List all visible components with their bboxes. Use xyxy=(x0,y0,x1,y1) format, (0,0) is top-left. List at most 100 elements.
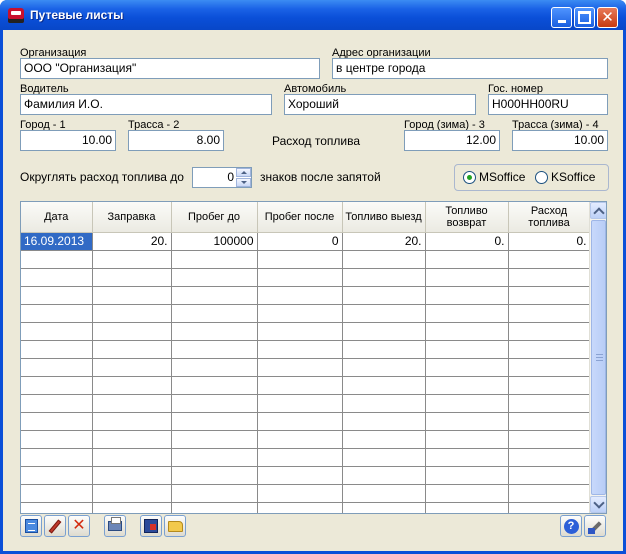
table-cell[interactable] xyxy=(425,484,509,503)
table-cell[interactable] xyxy=(21,340,93,359)
table-cell[interactable] xyxy=(342,322,426,341)
table-cell[interactable] xyxy=(425,412,509,431)
table-row[interactable] xyxy=(21,286,591,305)
table-cell[interactable] xyxy=(92,394,172,413)
table-row[interactable] xyxy=(21,304,591,323)
table-cell[interactable] xyxy=(508,466,591,485)
table-cell[interactable] xyxy=(92,304,172,323)
table-cell[interactable] xyxy=(425,304,509,323)
table-cell[interactable] xyxy=(425,430,509,449)
table-row[interactable] xyxy=(21,394,591,413)
edit-button[interactable] xyxy=(44,515,66,537)
table-cell[interactable] xyxy=(21,304,93,323)
table-cell[interactable] xyxy=(92,250,172,269)
table-cell[interactable] xyxy=(171,448,258,467)
table-row[interactable] xyxy=(21,412,591,431)
table-cell[interactable] xyxy=(342,448,426,467)
col-header-fuel-out[interactable]: Топливо выезд xyxy=(342,202,426,233)
table-cell[interactable] xyxy=(21,250,93,269)
table-cell[interactable] xyxy=(342,430,426,449)
delete-button[interactable]: ✕ xyxy=(68,515,90,537)
table-cell[interactable] xyxy=(342,304,426,323)
radio-ksoffice[interactable] xyxy=(535,171,548,184)
scroll-down-button[interactable] xyxy=(590,496,606,513)
table-cell[interactable] xyxy=(92,322,172,341)
table-row[interactable] xyxy=(21,250,591,269)
table-cell[interactable] xyxy=(21,286,93,305)
table-cell[interactable] xyxy=(508,376,591,395)
table-cell[interactable] xyxy=(257,340,343,359)
table-cell[interactable] xyxy=(342,358,426,377)
table-cell[interactable] xyxy=(21,484,93,503)
driver-field[interactable]: Фамилия И.О. xyxy=(20,94,272,115)
table-cell[interactable] xyxy=(425,250,509,269)
table-cell[interactable] xyxy=(508,322,591,341)
table-cell[interactable] xyxy=(21,358,93,377)
table-cell[interactable] xyxy=(92,448,172,467)
table-cell[interactable] xyxy=(425,268,509,287)
table-cell[interactable] xyxy=(92,430,172,449)
table-cell[interactable] xyxy=(171,286,258,305)
table-cell[interactable] xyxy=(508,430,591,449)
table-cell[interactable] xyxy=(92,502,172,513)
table-cell[interactable] xyxy=(21,268,93,287)
help-button[interactable]: ? xyxy=(560,515,582,537)
fuel-highway-winter-field[interactable]: 10.00 xyxy=(512,130,608,151)
table-cell[interactable] xyxy=(425,448,509,467)
table-cell[interactable] xyxy=(171,412,258,431)
table-row[interactable] xyxy=(21,466,591,485)
table-cell[interactable] xyxy=(508,448,591,467)
table-cell[interactable] xyxy=(425,376,509,395)
table-cell[interactable] xyxy=(92,484,172,503)
table-cell[interactable] xyxy=(92,268,172,287)
table-cell[interactable] xyxy=(425,340,509,359)
table-cell[interactable] xyxy=(92,340,172,359)
rounding-stepper[interactable]: 0 xyxy=(192,167,252,188)
table-cell[interactable] xyxy=(508,358,591,377)
table-row[interactable] xyxy=(21,484,591,503)
table-cell[interactable] xyxy=(92,466,172,485)
table-cell[interactable] xyxy=(257,412,343,431)
table-row[interactable] xyxy=(21,502,591,513)
table-cell[interactable] xyxy=(508,304,591,323)
fuel-highway-field[interactable]: 8.00 xyxy=(128,130,224,151)
col-header-mileage-before[interactable]: Пробег до xyxy=(171,202,258,233)
organization-field[interactable]: ООО "Организация" xyxy=(20,58,320,79)
table-cell[interactable] xyxy=(508,250,591,269)
table-row[interactable] xyxy=(21,448,591,467)
table-cell[interactable] xyxy=(508,394,591,413)
table-cell[interactable] xyxy=(508,268,591,287)
table-cell[interactable] xyxy=(508,340,591,359)
table-cell[interactable] xyxy=(425,358,509,377)
table-cell[interactable] xyxy=(171,430,258,449)
table-cell[interactable] xyxy=(21,466,93,485)
table-cell[interactable] xyxy=(21,412,93,431)
table-cell[interactable] xyxy=(92,286,172,305)
scroll-thumb[interactable] xyxy=(591,220,606,495)
table-cell[interactable] xyxy=(257,484,343,503)
table-cell[interactable] xyxy=(92,376,172,395)
table-cell[interactable] xyxy=(508,286,591,305)
car-field[interactable]: Хороший xyxy=(284,94,476,115)
table-cell[interactable] xyxy=(425,502,509,513)
table-cell[interactable] xyxy=(257,394,343,413)
table-cell[interactable] xyxy=(171,502,258,513)
table-cell[interactable] xyxy=(171,304,258,323)
table-cell[interactable] xyxy=(92,358,172,377)
maximize-button[interactable] xyxy=(574,7,595,28)
table-cell[interactable] xyxy=(508,484,591,503)
table-cell[interactable] xyxy=(508,502,591,513)
table-cell[interactable] xyxy=(425,286,509,305)
table-cell[interactable] xyxy=(257,376,343,395)
table-cell[interactable] xyxy=(21,394,93,413)
waybill-grid[interactable]: Дата Заправка Пробег до Пробег после Топ… xyxy=(20,201,607,514)
table-cell[interactable] xyxy=(257,358,343,377)
table-cell[interactable] xyxy=(342,376,426,395)
table-cell[interactable] xyxy=(342,340,426,359)
table-cell[interactable] xyxy=(257,430,343,449)
cell-refuel[interactable]: 20. xyxy=(92,232,172,251)
table-cell[interactable] xyxy=(257,502,343,513)
table-cell[interactable] xyxy=(171,484,258,503)
table-cell[interactable] xyxy=(342,268,426,287)
table-cell[interactable] xyxy=(171,358,258,377)
